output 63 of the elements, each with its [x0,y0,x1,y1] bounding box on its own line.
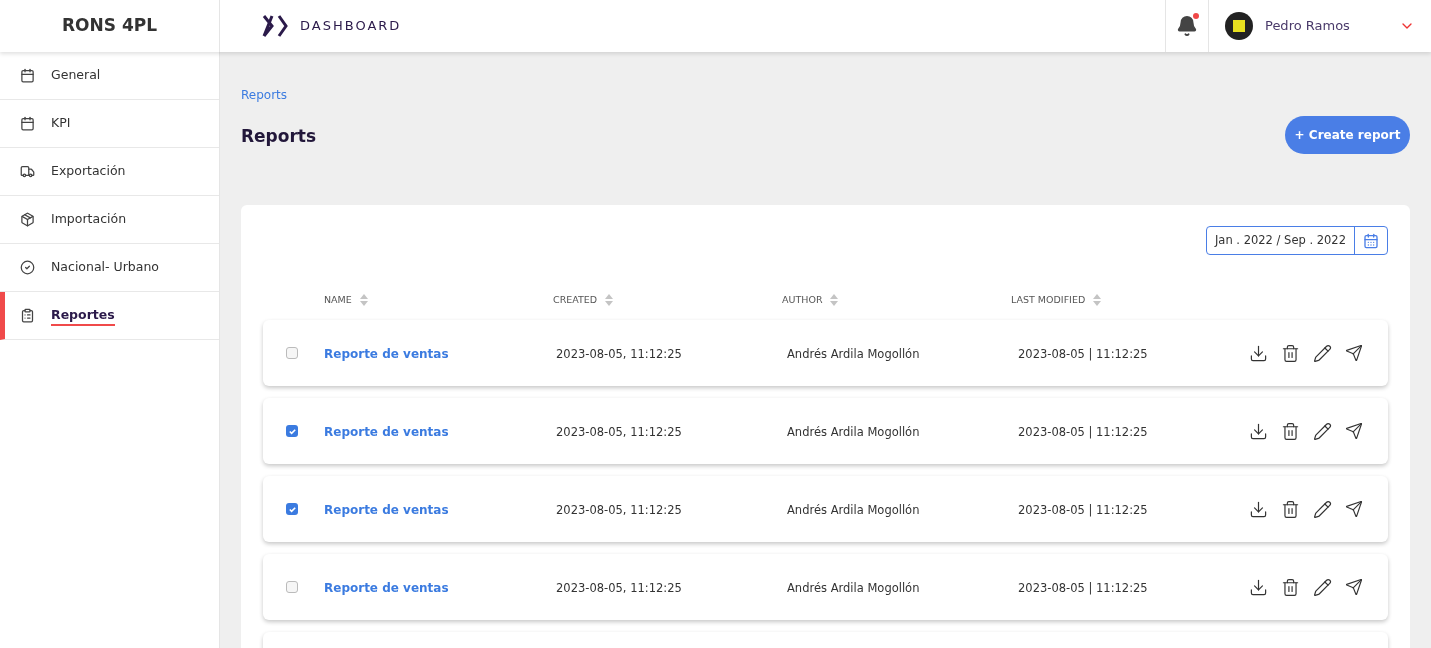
author-name: Andrés Ardila Mogollón [787,581,920,595]
sidebar-item[interactable]: KPI [0,100,219,148]
trash-icon[interactable] [1281,499,1300,519]
column-header: AUTHOR [782,292,823,307]
pencil-icon[interactable] [1313,499,1332,519]
sidebar-item[interactable]: Importación [0,196,219,244]
send-icon[interactable] [1345,422,1363,440]
report-name-link[interactable]: Reporte de ventas [324,581,449,595]
modified-date: 2023-08-05 | 11:12:25 [1018,347,1148,361]
sidebar-item[interactable]: Nacional- Urbano [0,244,219,292]
send-icon[interactable] [1345,344,1363,362]
trash-icon[interactable] [1281,421,1300,441]
row-checkbox[interactable] [286,503,298,515]
report-name-link[interactable]: Reporte de ventas [324,503,449,517]
pencil-icon[interactable] [1313,421,1332,441]
download-icon[interactable] [1249,343,1268,363]
calendar-icon [20,68,35,83]
row-checkbox[interactable] [286,347,298,359]
modified-date: 2023-08-05 | 11:12:25 [1018,503,1148,517]
calendar-icon [20,116,35,131]
brand-name: RONS 4PL [61,14,158,38]
breadcrumb-link[interactable]: Reports [241,86,288,104]
modified-date: 2023-08-05 | 11:12:25 [1018,581,1148,595]
column-header: CREATED [553,292,598,307]
page-title: Reports [241,125,317,148]
report-name-link[interactable]: Reporte de ventas [324,425,449,439]
column-header: NAME [324,292,352,307]
pencil-icon[interactable] [1313,577,1332,597]
sidebar-item[interactable]: Exportación [0,148,219,196]
download-icon[interactable] [1249,577,1268,597]
calendar-icon [1363,232,1379,249]
modified-date: 2023-08-05 | 11:12:25 [1018,425,1148,439]
box-icon [20,212,35,227]
date-range-picker[interactable]: Jan . 2022 / Sep . 2022 [1205,226,1388,255]
trash-icon[interactable] [1281,577,1300,597]
create-report-button[interactable]: + Create report [1285,116,1410,154]
column-header: LAST MODIFIED [1011,292,1086,307]
header-title: DASHBOARD [300,17,402,36]
truck-icon [20,164,35,179]
created-date: 2023-08-05, 11:12:25 [556,347,682,361]
send-icon[interactable] [1345,578,1363,596]
created-date: 2023-08-05, 11:12:25 [556,503,682,517]
row-checkbox[interactable] [286,581,298,593]
download-icon[interactable] [1249,421,1268,441]
download-icon[interactable] [1249,499,1268,519]
author-name: Andrés Ardila Mogollón [787,347,920,361]
row-checkbox[interactable] [286,425,298,437]
report-name-link[interactable]: Reporte de ventas [324,347,449,361]
author-name: Andrés Ardila Mogollón [787,425,920,439]
avatar [1225,12,1253,40]
created-date: 2023-08-05, 11:12:25 [556,425,682,439]
author-name: Andrés Ardila Mogollón [787,503,920,517]
pencil-icon[interactable] [1313,343,1332,363]
bell-icon [1176,15,1198,37]
sidebar-item[interactable]: Reportes [0,292,219,340]
clipboard-icon [20,308,35,323]
check-circle-icon [20,260,35,275]
created-date: 2023-08-05, 11:12:25 [556,581,682,595]
trash-icon[interactable] [1281,343,1300,363]
logo-icon [262,15,288,37]
sidebar-item[interactable]: General [0,52,219,100]
send-icon[interactable] [1345,500,1363,518]
user-name: Pedro Ramos [1265,17,1351,36]
